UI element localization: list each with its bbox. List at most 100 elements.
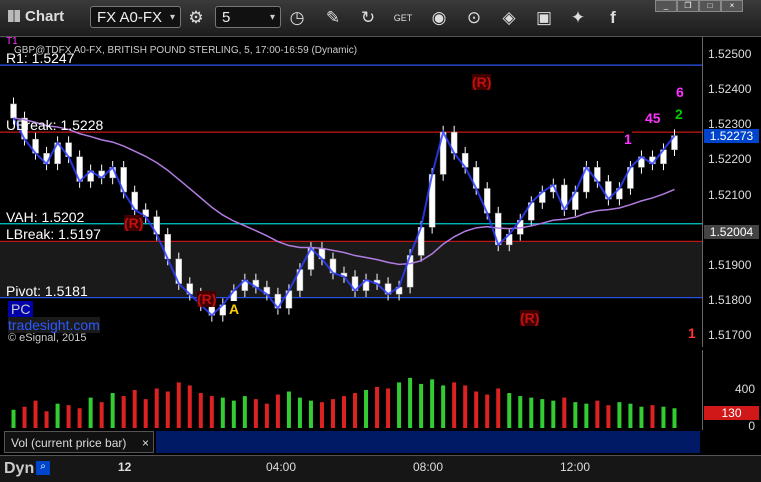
chevron-down-icon: ▾ <box>269 12 275 23</box>
volume-bar <box>529 397 534 428</box>
level-label: UBreak: 1.5228 <box>6 117 104 134</box>
volume-bar <box>308 400 313 428</box>
price-tick-label: 1.51900 <box>708 257 752 272</box>
volume-bar <box>430 379 435 428</box>
diamond-icon[interactable]: ◈ <box>498 7 520 29</box>
close-icon[interactable]: × <box>142 432 149 454</box>
volume-bar <box>551 400 556 428</box>
volume-bar <box>485 394 490 428</box>
volume-bar <box>540 399 545 428</box>
volume-bar <box>132 390 137 428</box>
volume-bar <box>55 403 60 428</box>
magnify-icon[interactable]: ⌕ <box>36 461 50 475</box>
close-button[interactable]: × <box>721 0 743 12</box>
volume-bar <box>143 399 148 428</box>
chevron-down-icon: ▾ <box>169 12 175 23</box>
volume-bar <box>33 400 38 428</box>
toolbar: Chart FX A0-FX ▾ ⚙ 5 ▾ ◷ ✎ ↻ GET ◉ ⊙ ◈ ▣ ✦… <box>0 0 761 37</box>
volume-bar <box>275 394 280 428</box>
pc-label: PC <box>8 301 34 317</box>
level-label: VAH: 1.5202 <box>6 208 85 225</box>
corner-label: T1 <box>6 36 18 47</box>
target-icon[interactable]: ⊙ <box>463 7 485 29</box>
app-icon[interactable]: ▣ <box>533 7 555 29</box>
price-tick-label: 1.51700 <box>708 328 752 343</box>
dyn-button[interactable]: Dyn <box>4 460 34 478</box>
volume-bar <box>88 397 93 428</box>
gear-icon[interactable]: ⚙ <box>185 7 207 29</box>
volume-bar <box>584 403 589 428</box>
minimize-button[interactable]: _ <box>655 0 677 12</box>
time-axis: Dyn ⌕ 12 04:00 08:00 12:00 <box>0 455 761 482</box>
volume-bar <box>253 399 258 428</box>
get-icon[interactable]: GET <box>392 7 414 29</box>
interval-value: 5 <box>222 9 231 26</box>
level-label: Pivot: 1.5181 <box>6 282 88 299</box>
volume-bar <box>176 382 181 428</box>
clock-icon[interactable]: ◷ <box>286 7 308 29</box>
volume-bar <box>364 390 369 428</box>
volume-study-label[interactable]: Vol (current price bar) × <box>4 431 154 453</box>
chart-title: Chart <box>8 8 64 25</box>
interval-input[interactable]: 5 ▾ <box>215 6 281 28</box>
volume-bar <box>187 385 192 428</box>
play-icon[interactable]: ◉ <box>428 7 450 29</box>
last-price-tag: 1.52273 <box>704 129 759 143</box>
volume-bar <box>562 397 567 428</box>
volume-bar <box>463 385 468 428</box>
price-tick-label: 1.52500 <box>708 46 752 61</box>
level-label: R1: 1.5247 <box>6 50 75 67</box>
volume-bar <box>342 396 346 428</box>
price-tick-label: 1.52400 <box>708 81 752 96</box>
chart-marker: (R) <box>124 215 144 231</box>
time-label: 04:00 <box>266 460 297 474</box>
volume-bar <box>419 383 424 428</box>
vol-tick-400: 400 <box>734 382 755 396</box>
volume-bar <box>99 402 104 428</box>
volume-bar <box>573 402 578 428</box>
chart-title-text: Chart <box>25 8 65 25</box>
twitter-icon[interactable]: ✦ <box>567 7 589 29</box>
refresh-icon[interactable]: ↻ <box>357 7 379 29</box>
volume-bar <box>44 411 49 428</box>
price-chart[interactable] <box>0 37 702 347</box>
volume-bar <box>319 402 324 428</box>
volume-chart <box>11 377 677 428</box>
maximize-button[interactable]: □ <box>699 0 721 12</box>
volume-bar <box>639 406 644 428</box>
volume-study-text: Vol (current price bar) <box>11 436 127 450</box>
volume-bar <box>408 377 413 428</box>
time-label: 12 <box>118 460 132 474</box>
volume-bar <box>375 386 380 428</box>
pencil-icon[interactable]: ✎ <box>322 7 344 29</box>
chart-marker: 1 <box>624 131 632 147</box>
restore-button[interactable]: ❐ <box>677 0 699 12</box>
volume-bar <box>606 405 611 428</box>
symbol-value: FX A0-FX <box>97 9 163 26</box>
volume-bar <box>617 402 622 428</box>
chart-marker: 1 <box>688 325 696 341</box>
candle-body <box>10 103 17 119</box>
volume-bar <box>22 406 27 428</box>
volume-bar <box>474 391 479 428</box>
vah-price-tag: 1.52004 <box>704 225 759 239</box>
symbol-input[interactable]: FX A0-FX ▾ <box>90 6 181 28</box>
price-tick-label: 1.52100 <box>708 187 752 202</box>
chart-marker: (R) <box>520 310 540 326</box>
volume-bar <box>264 403 269 428</box>
volume-bar <box>452 382 457 428</box>
volume-bar <box>330 399 335 428</box>
volume-bar <box>242 396 247 428</box>
volume-bar <box>11 409 16 428</box>
volume-bar <box>220 397 225 428</box>
volume-bar <box>286 391 291 428</box>
volume-bar <box>507 393 512 428</box>
chart-marker: (R) <box>472 74 492 90</box>
copyright: © eSignal, 2015 <box>8 332 87 344</box>
facebook-icon[interactable]: f <box>602 7 624 29</box>
volume-bar <box>154 388 159 428</box>
volume-bar <box>297 397 302 428</box>
chart-marker: (R) <box>197 291 217 307</box>
volume-bar <box>209 396 214 428</box>
volume-bar <box>518 396 523 428</box>
